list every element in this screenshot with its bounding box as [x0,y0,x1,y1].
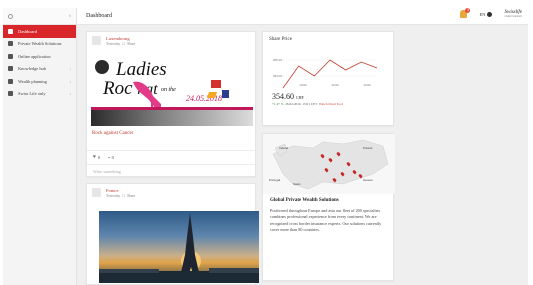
sidebar-menu: Dashboard Private Wealth Solutions Online … [3,25,76,100]
bell-icon[interactable]: 3 [460,8,471,18]
sidebar-item-label: Wealth planning [18,78,47,84]
map-label: Spain [293,182,301,186]
event-banner-image[interactable]: Ladies on the Roc hat 24.05.2018 [91,56,253,126]
sidebar-item-label: Private Wealth Solutions [18,41,62,47]
post-header: Luxembourg Yesterday ☐ Share [87,32,255,50]
sidebar-item-label: Swiss Life only [18,91,46,97]
banner-photo-strip [91,110,253,126]
globe-icon [487,11,493,17]
menu-item-icon [8,66,13,72]
app-window: ‹ Dashboard Private Wealth Solutions Onlin… [0,0,533,285]
share-icon[interactable]: ☐ [121,194,126,198]
share-label[interactable]: Share [127,42,135,46]
menu-item-icon [8,28,13,34]
menu-item-icon [8,91,13,97]
post-author[interactable]: France [106,188,135,193]
post-caption[interactable]: Rock against Cancer [92,131,133,136]
map-label: Poland [363,146,373,150]
banner-date: 24.05.2018 [186,94,222,103]
sidebar-item-online-application[interactable]: Online application [3,50,76,63]
share-price-chart[interactable]: 355.00 354.00 10:00 12:00 14:00 [269,46,381,90]
post-author[interactable]: Luxembourg [106,36,135,41]
map-shape [272,139,389,190]
top-header: Dashboard 3 EN Swisslife Global Solution… [77,8,528,25]
sidebar-item-label: Knowledge hub [18,66,46,72]
menu-item-icon [8,53,13,59]
chevron-right-icon: › [69,91,72,97]
high-heel-icon [133,81,161,108]
sidebar-item-knowledge-hub[interactable]: Knowledge hub › [3,63,76,76]
post-date: Yesterday [106,42,121,46]
avatar [92,36,101,45]
brand-logo: Swisslife Global Solutions [504,10,522,18]
share-price-widget: Share Price 355.00 354.00 10:00 12:00 14:00 … [262,31,394,126]
sidebar-item-label: Dashboard [18,28,38,34]
avatar [92,188,101,197]
chevron-left-icon[interactable]: ‹ [69,13,71,19]
paris-photo[interactable] [99,211,259,283]
main-content: Luxembourg Yesterday ☐ Share Ladies on t… [77,25,528,285]
banner-title-line1: Ladies [116,59,167,80]
sidebar-item-dashboard[interactable]: Dashboard [3,25,76,38]
heart-icon[interactable]: ♥ [93,155,96,160]
page-title: Dashboard [86,13,112,19]
post-reactions: ♥ 0 ▪ 0 [87,150,255,164]
post-header: France Yesterday ☐ Share [87,184,255,202]
price-datetime: 26.02.2019, 15:01 CET [285,102,318,106]
comment-icon[interactable]: ▪ [108,155,110,160]
header-actions: 3 EN Swisslife Global Solutions [460,8,522,18]
notification-badge: 3 [465,8,471,13]
comment-input[interactable]: Write something [87,164,255,178]
post-meta: Yesterday ☐ Share [106,194,135,198]
share-price-details: +1.27 % 26.02.2019, 15:01 CET Watch Char… [272,102,343,106]
event-logo-icon [95,60,109,74]
language-label: EN [479,11,486,17]
x-tick-label: 10:00 [299,83,307,87]
sponsor-logo-icon [222,90,229,98]
share-icon[interactable]: ☐ [121,42,126,46]
chevron-right-icon: › [69,66,72,72]
post-card: Luxembourg Yesterday ☐ Share Ladies on t… [86,31,256,177]
map-label: Portugal [269,178,281,182]
y-tick-label: 354.00 [273,74,283,78]
y-tick-label: 355.00 [273,58,283,62]
comment-count: 0 [111,155,114,160]
banner-word-roc: Roc [103,78,133,99]
sponsor-logo-icon [211,80,221,88]
eiffel-tower-image [99,213,259,283]
post-card: France Yesterday ☐ Share [86,183,259,285]
map-label: Ireland [279,146,289,150]
map-label: Greece [363,178,373,182]
sidebar-item-private-wealth-solutions[interactable]: Private Wealth Solutions [3,38,76,51]
share-price-title: Share Price [269,37,292,42]
price-change: +1.27 % [272,102,284,106]
post-date: Yesterday [106,194,121,198]
sidebar-header: ‹ [3,8,76,25]
global-solutions-card: Ireland Poland Portugal Greece Spain Glo… [262,133,395,281]
share-label[interactable]: Share [127,194,135,198]
menu-toggle-icon[interactable] [8,13,13,19]
chart-tool-link[interactable]: Watch Chart Tool [319,102,343,106]
chevron-right-icon: › [69,78,72,84]
menu-item-icon [8,78,13,84]
sidebar-item-wealth-planning[interactable]: Wealth planning › [3,75,76,88]
x-tick-label: 14:00 [363,83,371,87]
price-currency: CHF [296,95,304,100]
europe-map[interactable]: Ireland Poland Portugal Greece Spain [263,134,395,194]
like-count: 0 [97,155,101,160]
share-price-value: 354.60 CHF [272,92,304,101]
price-number: 354.60 [272,92,294,101]
post-meta: Yesterday ☐ Share [106,42,135,46]
sidebar: ‹ Dashboard Private Wealth Solutions Onlin… [3,8,77,285]
sidebar-item-swiss-life-only[interactable]: Swiss Life only › [3,88,76,101]
language-selector[interactable]: EN [479,11,493,17]
global-title: Global Private Wealth Solutions [270,198,339,203]
sidebar-item-label: Online application [18,53,51,59]
menu-item-icon [8,41,13,47]
x-tick-label: 12:00 [331,83,339,87]
global-description: Positioned throughout Europe and asia ou… [270,208,382,232]
logo-subtext: Global Solutions [504,15,522,18]
